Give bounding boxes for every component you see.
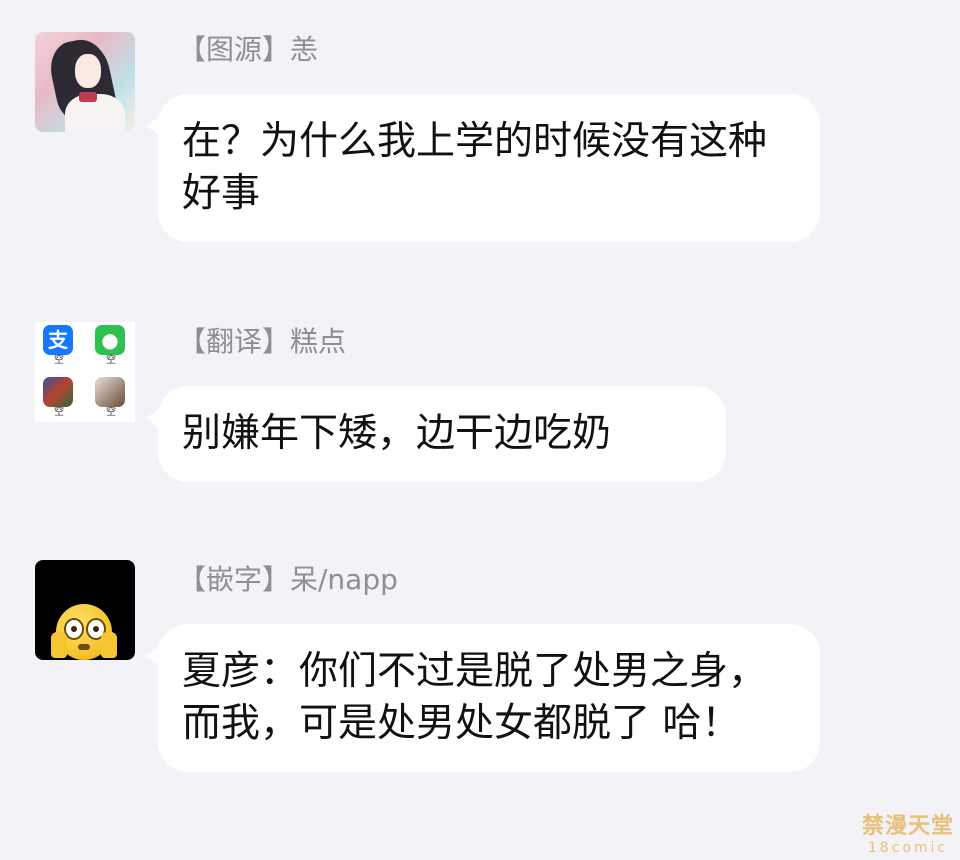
sender-name: 【翻译】糕点 — [178, 325, 347, 358]
avatar[interactable]: 支 空 ● 空 空 空 — [35, 322, 135, 422]
avatar[interactable] — [35, 32, 135, 132]
message-bubble[interactable]: 夏彦：你们不过是脱了处男之身，而我，可是处男处女都脱了 哈！ — [146, 624, 820, 772]
cards-image-icon — [43, 377, 73, 407]
message-bubble[interactable]: 别嫌年下矮，边干边吃奶 — [146, 386, 726, 482]
app-tile: ● 空 — [87, 322, 135, 370]
peace-hand-icon — [51, 632, 67, 658]
wechat-icon: ● — [95, 325, 125, 355]
avatar[interactable] — [35, 560, 135, 660]
alipay-icon: 支 — [43, 325, 73, 355]
app-tile: 支 空 — [35, 322, 83, 370]
app-tile: 空 — [35, 374, 83, 422]
app-tile: 空 — [87, 374, 135, 422]
watermark-logo: 禁漫天堂 18comic — [861, 814, 954, 856]
hands-image-icon — [95, 377, 125, 407]
sender-name: 【图源】恙 — [178, 33, 319, 66]
peace-hand-icon — [101, 632, 117, 658]
sender-name: 【嵌字】呆/napp — [178, 563, 398, 596]
message-bubble[interactable]: 在？为什么我上学的时候没有这种好事 — [146, 94, 820, 242]
